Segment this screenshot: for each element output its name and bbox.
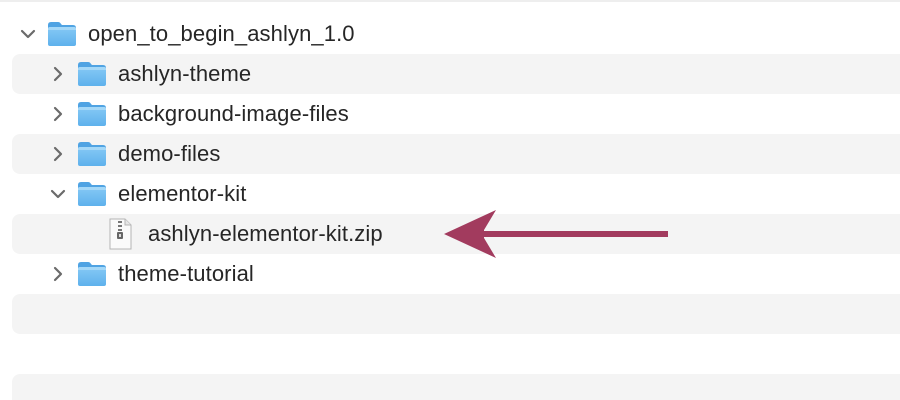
tree-item-label: theme-tutorial [118,261,254,286]
folder-icon [76,60,108,88]
chevron-right-icon[interactable] [48,264,68,284]
arrow-left-icon [444,210,668,258]
chevron-down-icon[interactable] [18,24,38,44]
tree-item-background-image-files[interactable]: background-image-files [48,94,349,134]
tree-item-label: ashlyn-theme [118,61,252,86]
folder-icon [76,260,108,288]
chevron-right-icon[interactable] [48,144,68,164]
tree-item-theme-tutorial[interactable]: theme-tutorial [48,254,254,294]
folder-icon [76,180,108,208]
tree-item-demo-files[interactable]: demo-files [48,134,220,174]
folder-icon [76,100,108,128]
tree-item-elementor-kit[interactable]: elementor-kit [48,174,246,214]
top-divider [0,0,900,2]
chevron-right-icon[interactable] [48,64,68,84]
row-background [12,374,900,400]
tree-item-label: background-image-files [118,101,349,126]
tree-item-label: demo-files [118,141,221,166]
folder-icon [46,20,78,48]
tree-item-zip-file[interactable]: ashlyn-elementor-kit.zip [108,214,383,254]
row-background [12,294,900,334]
chevron-right-icon[interactable] [48,104,68,124]
tree-item-label: ashlyn-elementor-kit.zip [148,221,383,246]
tree-item-label: open_to_begin_ashlyn_1.0 [88,21,355,46]
folder-icon [76,140,108,168]
zip-file-icon [109,218,132,250]
tree-item-label: elementor-kit [118,181,247,206]
tree-item-root[interactable]: open_to_begin_ashlyn_1.0 [18,14,355,54]
chevron-down-icon[interactable] [48,184,68,204]
tree-item-ashlyn-theme[interactable]: ashlyn-theme [48,54,251,94]
finder-list-view: open_to_begin_ashlyn_1.0 ashlyn-theme ba… [0,0,900,400]
